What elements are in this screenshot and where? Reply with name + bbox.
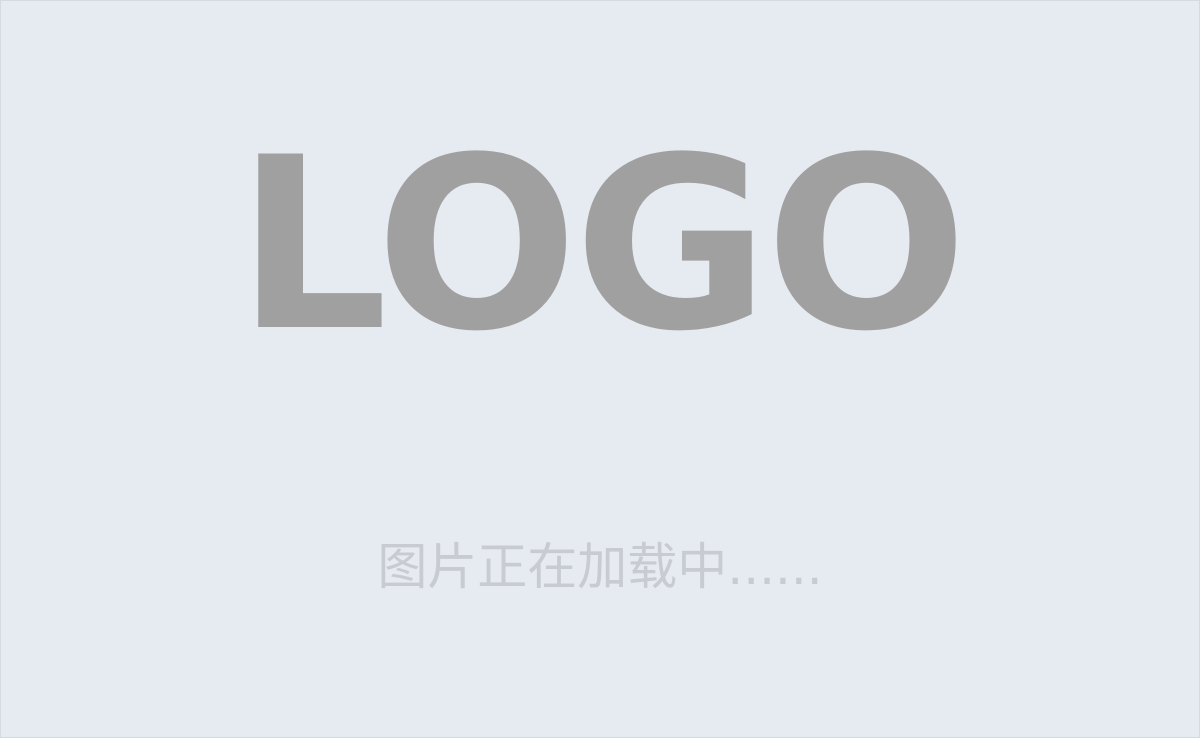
loading-message: 图片正在加载中...... [377, 538, 823, 596]
image-loading-placeholder: LOGO 图片正在加载中...... [0, 0, 1200, 738]
logo-text: LOGO [236, 107, 967, 384]
